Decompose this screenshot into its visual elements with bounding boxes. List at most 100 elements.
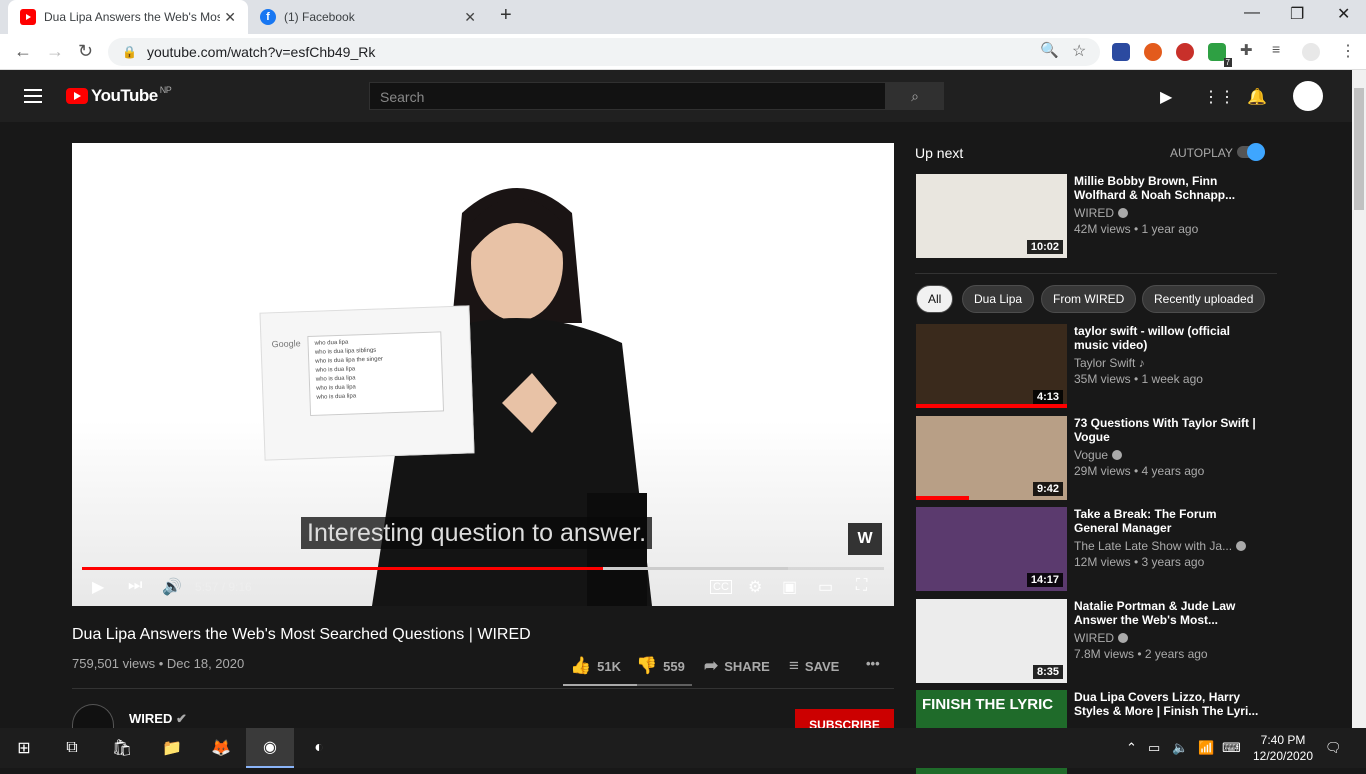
- video-title[interactable]: Natalie Portman & Jude Law Answer the We…: [1074, 599, 1264, 627]
- channel-watermark[interactable]: W: [848, 523, 882, 555]
- close-tab-icon[interactable]: ✕: [464, 9, 476, 26]
- channel-avatar[interactable]: [72, 704, 114, 728]
- task-view-icon[interactable]: ⧉: [48, 728, 96, 768]
- recommended-video[interactable]: 10:02 Millie Bobby Brown, Finn Wolfhard &…: [916, 174, 1278, 258]
- system-clock[interactable]: 7:40 PM 12/20/2020: [1250, 732, 1316, 764]
- more-actions-button[interactable]: •••: [866, 656, 880, 671]
- share-button[interactable]: ➦ SHARE: [704, 656, 770, 676]
- video-title[interactable]: 73 Questions With Taylor Swift | Vogue: [1074, 416, 1264, 444]
- theater-mode-icon[interactable]: ▭: [818, 577, 833, 597]
- hamburger-menu-icon[interactable]: [24, 89, 42, 103]
- tab-youtube[interactable]: Dua Lipa Answers the Web's Most Searched…: [8, 0, 248, 34]
- video-title[interactable]: taylor swift - willow (official music vi…: [1074, 324, 1264, 352]
- file-explorer-icon[interactable]: 📁: [148, 728, 196, 768]
- firefox-icon[interactable]: 🦊: [197, 728, 245, 768]
- back-icon[interactable]: ←: [14, 41, 32, 62]
- forward-icon[interactable]: →: [46, 41, 64, 62]
- extension-icon[interactable]: 7: [1208, 43, 1232, 67]
- url-field[interactable]: 🔒 youtube.com/watch?v=esfChb49_Rk: [108, 38, 1100, 66]
- speaker-icon[interactable]: 🔈: [1172, 740, 1188, 756]
- zoom-icon[interactable]: 🔍: [1040, 41, 1059, 59]
- subtitles-cc-icon[interactable]: CC: [710, 580, 732, 594]
- progress-bar[interactable]: [82, 567, 884, 570]
- create-video-icon[interactable]: ▶: [1160, 87, 1172, 107]
- start-windows-icon[interactable]: ⊞: [0, 728, 48, 768]
- volume-icon[interactable]: 🔊: [162, 577, 182, 597]
- channel-name[interactable]: WIRED ✔: [129, 711, 187, 727]
- battery-icon[interactable]: ▭: [1148, 740, 1160, 756]
- chip-all[interactable]: All: [916, 285, 954, 313]
- settings-gear-icon[interactable]: ⚙: [748, 577, 762, 597]
- menu-dots-icon[interactable]: ⋮: [1340, 41, 1356, 61]
- autoplay-toggle[interactable]: [1237, 143, 1265, 161]
- maximize-icon[interactable]: ❐: [1290, 4, 1304, 24]
- video-thumbnail[interactable]: 4:13: [916, 324, 1067, 408]
- play-icon[interactable]: ▶: [92, 577, 104, 597]
- video-thumbnail[interactable]: 14:17: [916, 507, 1067, 591]
- save-label: SAVE: [804, 658, 840, 674]
- tray-chevron-icon[interactable]: ⌃: [1126, 740, 1137, 756]
- avatar[interactable]: [1293, 81, 1323, 111]
- channel-name[interactable]: The Late Late Show with Ja...: [1074, 539, 1247, 553]
- thumbs-down-icon: 👎: [636, 656, 658, 675]
- tab-title: (1) Facebook: [284, 10, 355, 24]
- wifi-icon[interactable]: 📶: [1198, 740, 1214, 756]
- reload-icon[interactable]: ↻: [78, 41, 93, 62]
- scrollbar-thumb[interactable]: [1354, 88, 1364, 210]
- store-icon[interactable]: 🛍: [98, 728, 146, 768]
- youtube-logo[interactable]: YouTube NP: [66, 85, 172, 106]
- scrollbar[interactable]: [1352, 70, 1366, 728]
- next-video-icon[interactable]: ⏭: [128, 577, 142, 595]
- close-window-icon[interactable]: ✕: [1337, 4, 1350, 24]
- edge-icon[interactable]: ◐: [295, 728, 343, 768]
- apps-grid-icon[interactable]: ⋮⋮: [1203, 87, 1235, 107]
- extension-icon[interactable]: [1144, 43, 1162, 61]
- video-thumbnail[interactable]: 8:35: [916, 599, 1067, 683]
- watched-progress: [916, 496, 969, 500]
- keyboard-icon[interactable]: ⌨: [1222, 740, 1241, 756]
- chrome-icon[interactable]: ◉: [246, 728, 294, 768]
- dislike-count: 559: [663, 658, 685, 674]
- channel-name[interactable]: WIRED: [1074, 631, 1128, 645]
- search-icon: ⌕: [911, 88, 919, 104]
- miniplayer-icon[interactable]: ▣: [782, 577, 797, 597]
- puzzle-icon[interactable]: ✚: [1240, 41, 1253, 59]
- search-button[interactable]: ⌕: [886, 82, 944, 110]
- chip-recently-uploaded[interactable]: Recently uploaded: [1142, 285, 1266, 313]
- lock-icon[interactable]: 🔒: [122, 45, 137, 59]
- video-thumbnail[interactable]: 10:02: [916, 174, 1067, 258]
- video-thumbnail[interactable]: 9:42: [916, 416, 1067, 500]
- close-tab-icon[interactable]: ✕: [224, 9, 236, 26]
- search-input[interactable]: Search: [369, 82, 886, 110]
- media-control-icon[interactable]: ≡: [1272, 41, 1280, 57]
- chip-from-wired[interactable]: From WIRED: [1041, 285, 1137, 313]
- tab-facebook[interactable]: f (1) Facebook ✕: [252, 0, 488, 34]
- notifications-bell-icon[interactable]: 🔔: [1247, 87, 1267, 107]
- bookmark-star-icon[interactable]: ☆: [1072, 41, 1086, 61]
- fullscreen-icon[interactable]: ⛶: [856, 577, 867, 595]
- channel-name[interactable]: Taylor Swift ♪: [1074, 356, 1145, 370]
- dislike-button[interactable]: 👎 559: [636, 656, 685, 676]
- minimize-icon[interactable]: —: [1244, 4, 1260, 22]
- video-title[interactable]: Take a Break: The Forum General Manager: [1074, 507, 1264, 535]
- video-title[interactable]: Dua Lipa Covers Lizzo, Harry Styles & Mo…: [1074, 690, 1264, 718]
- recommended-video[interactable]: 8:35 Natalie Portman & Jude Law Answer th…: [916, 599, 1278, 683]
- recommended-video[interactable]: 4:13 taylor swift - willow (official musi…: [916, 324, 1278, 408]
- channel-name[interactable]: Vogue: [1074, 448, 1123, 462]
- subscribe-button[interactable]: SUBSCRIBE: [795, 709, 894, 732]
- video-player[interactable]: Google who dua lipa who is dua lipa sibl…: [72, 143, 894, 606]
- recommended-video[interactable]: 9:42 73 Questions With Taylor Swift | Vog…: [916, 416, 1278, 500]
- chip-dua-lipa[interactable]: Dua Lipa: [962, 285, 1035, 313]
- profile-avatar-icon[interactable]: [1302, 43, 1320, 61]
- youtube-play-logo-icon: [66, 88, 88, 104]
- video-title[interactable]: Millie Bobby Brown, Finn Wolfhard & Noah…: [1074, 174, 1264, 202]
- save-button[interactable]: ≡ SAVE: [789, 656, 839, 676]
- new-tab-icon[interactable]: +: [500, 4, 512, 27]
- like-button[interactable]: 👍 51K: [570, 656, 621, 676]
- notification-center-icon[interactable]: 🗨: [1325, 740, 1342, 756]
- extension-icon[interactable]: [1112, 43, 1130, 61]
- channel-name[interactable]: WIRED: [1074, 206, 1128, 220]
- extension-icon[interactable]: [1176, 43, 1194, 61]
- recommended-video[interactable]: 14:17 Take a Break: The Forum General Man…: [916, 507, 1278, 591]
- divider: [72, 688, 894, 689]
